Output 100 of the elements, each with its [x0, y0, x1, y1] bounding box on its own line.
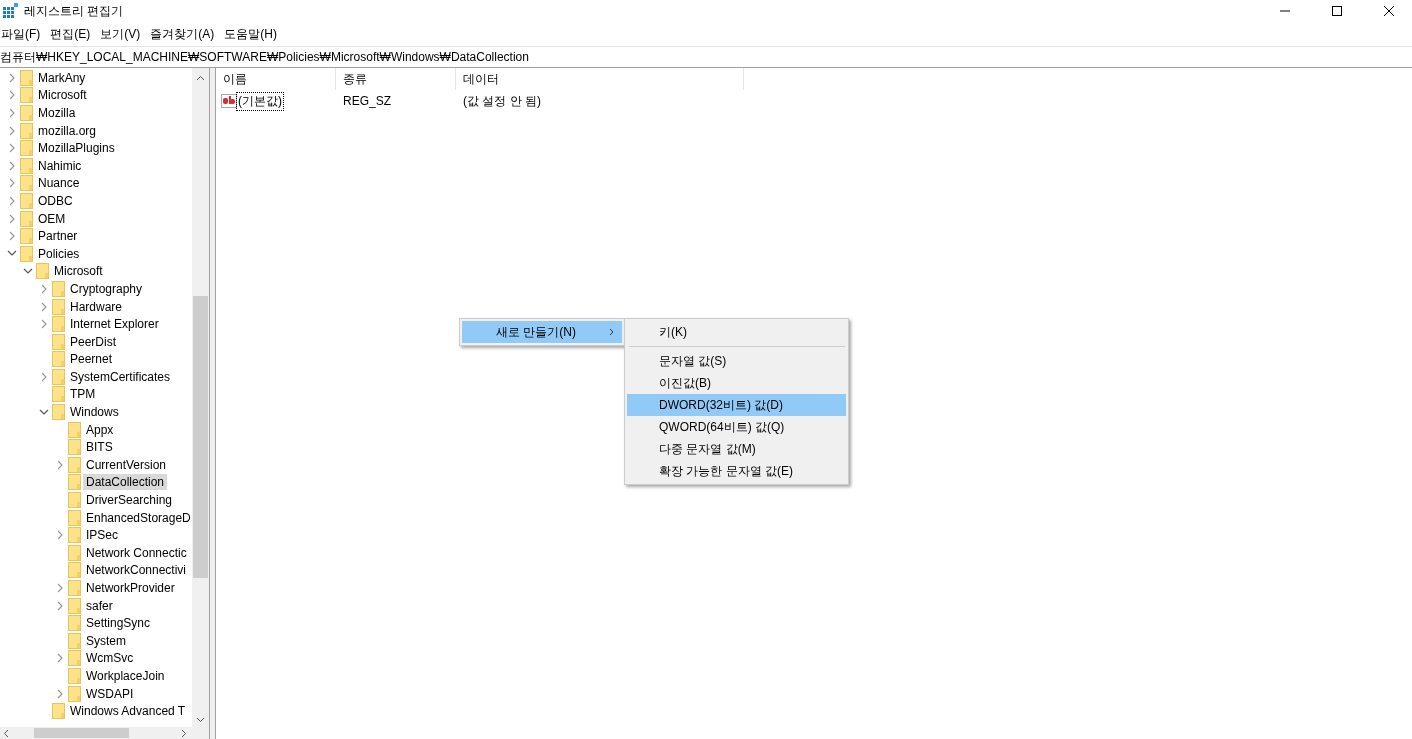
menu-item[interactable]: 파일(F) — [1, 25, 49, 43]
tree-item[interactable]: Microsoft — [51, 263, 106, 280]
scroll-up-icon[interactable] — [196, 75, 205, 81]
tree-item[interactable]: DataCollection — [83, 474, 168, 491]
chevron-right-icon[interactable] — [8, 125, 16, 136]
chevron-right-icon[interactable] — [56, 583, 64, 593]
menu-item[interactable]: 편집(E) — [50, 25, 99, 43]
chevron-right-icon[interactable] — [56, 600, 64, 611]
folder-icon — [52, 298, 65, 315]
tree-item[interactable]: Hardware — [67, 298, 126, 315]
tree-item[interactable]: Peernet — [67, 351, 116, 368]
tree-item[interactable]: NetworkConnectivi — [83, 562, 190, 579]
folder-icon — [52, 386, 65, 403]
scroll-thumb[interactable] — [193, 296, 208, 578]
horizontal-scrollbar[interactable] — [0, 727, 209, 739]
chevron-right-icon[interactable] — [8, 143, 16, 154]
menu-item[interactable]: DWORD(32비트) 값(D) — [627, 394, 846, 416]
menu-item[interactable]: 이진값(B) — [627, 372, 846, 394]
folder-icon — [68, 668, 81, 684]
folder-icon — [68, 685, 81, 702]
scroll-left-icon[interactable] — [3, 728, 9, 738]
tree-item[interactable]: Nuance — [35, 175, 83, 192]
chevron-right-icon[interactable] — [8, 231, 16, 242]
folder-icon — [68, 456, 81, 473]
folder-icon — [20, 192, 33, 209]
chevron-right-icon[interactable] — [8, 108, 16, 118]
tree-item[interactable]: Windows — [67, 404, 122, 421]
tree-item[interactable]: MarkAny — [35, 69, 89, 86]
chevron-right-icon[interactable] — [8, 72, 16, 83]
tree-item[interactable]: IPSec — [83, 527, 121, 544]
tree-item[interactable]: DriverSearching — [83, 492, 176, 509]
tree-item[interactable]: EnhancedStorageD — [83, 509, 192, 526]
tree-item[interactable]: Network Connectic — [83, 544, 190, 561]
tree-item[interactable]: System — [83, 632, 129, 649]
folder-icon — [52, 368, 65, 385]
menu-item[interactable]: 문자열 값(S) — [627, 350, 846, 372]
scroll-down-icon[interactable] — [196, 717, 205, 723]
tree-item[interactable]: WorkplaceJoin — [83, 668, 168, 684]
scroll-right-icon[interactable] — [181, 728, 187, 738]
tree-item[interactable]: mozilla.org — [35, 122, 100, 139]
tree-item[interactable]: Internet Explorer — [67, 316, 162, 333]
chevron-right-icon[interactable] — [40, 301, 48, 312]
folder-icon — [20, 87, 33, 104]
chevron-down-icon[interactable] — [39, 408, 49, 416]
tree-item[interactable]: WcmSvc — [83, 650, 137, 667]
folder-icon — [20, 245, 33, 262]
tree-item[interactable]: safer — [83, 597, 116, 614]
tree-item[interactable]: Appx — [83, 421, 117, 438]
column-header[interactable]: 데이터 — [456, 68, 744, 90]
column-header[interactable]: 이름 — [216, 68, 336, 90]
tree-item[interactable]: Policies — [35, 245, 83, 262]
tree-item[interactable]: Mozilla — [35, 105, 79, 121]
menu-item[interactable]: QWORD(64비트) 값(Q) — [627, 416, 846, 438]
folder-icon — [68, 527, 81, 544]
tree-item[interactable]: OEM — [35, 210, 69, 227]
tree-item[interactable]: ODBC — [35, 192, 76, 209]
vertical-scrollbar[interactable] — [192, 68, 209, 727]
chevron-right-icon[interactable] — [8, 195, 16, 206]
chevron-right-icon[interactable] — [56, 688, 64, 699]
tree-item[interactable]: CurrentVersion — [83, 456, 170, 473]
chevron-right-icon[interactable] — [56, 653, 64, 664]
menu-item[interactable]: 다중 문자열 값(M) — [627, 438, 846, 460]
chevron-right-icon[interactable] — [40, 319, 48, 330]
chevron-right-icon[interactable] — [56, 459, 64, 470]
chevron-right-icon[interactable] — [56, 530, 64, 541]
menu-item[interactable]: 새로 만들기(N) — [462, 321, 622, 343]
tree-item[interactable]: BITS — [83, 439, 116, 456]
tree-item[interactable]: Windows Advanced T — [67, 703, 189, 720]
tree-item[interactable]: SettingSync — [83, 615, 154, 632]
address-bar[interactable]: 컴퓨터₩HKEY_LOCAL_MACHINE₩SOFTWARE₩Policies₩Microsoft₩Windows₩DataCollection — [0, 46, 1412, 68]
menu-item[interactable]: 보기(V) — [100, 25, 149, 43]
tree-item[interactable]: NetworkProvider — [83, 580, 178, 596]
tree-item[interactable]: Partner — [35, 228, 81, 245]
folder-icon — [52, 703, 65, 720]
close-icon — [1384, 6, 1394, 16]
column-header[interactable]: 종류 — [336, 68, 456, 90]
chevron-right-icon[interactable] — [40, 371, 48, 382]
value-name[interactable]: (기본값) — [237, 92, 283, 110]
chevron-right-icon[interactable] — [8, 90, 16, 101]
chevron-right-icon[interactable] — [8, 160, 16, 171]
tree-item[interactable]: PeerDist — [67, 333, 119, 350]
menu-item[interactable]: 확장 가능한 문자열 값(E) — [627, 460, 846, 482]
tree-item[interactable]: SystemCertificates — [67, 368, 174, 385]
tree-item[interactable]: TPM — [67, 386, 99, 403]
folder-icon — [68, 474, 81, 491]
chevron-right-icon[interactable] — [8, 213, 16, 224]
tree-item[interactable]: MozillaPlugins — [35, 140, 118, 157]
tree-item[interactable]: Nahimic — [35, 157, 85, 174]
scroll-thumb[interactable] — [34, 728, 129, 738]
chevron-right-icon[interactable] — [8, 178, 16, 189]
menu-item[interactable]: 도움말(H) — [224, 25, 285, 43]
tree-item[interactable]: WSDAPI — [83, 685, 137, 702]
tree-item[interactable]: Microsoft — [35, 87, 90, 104]
registry-grid-icon — [2, 3, 18, 19]
menu-item[interactable]: 즐겨찾기(A) — [150, 25, 223, 43]
chevron-right-icon[interactable] — [40, 283, 48, 294]
folder-icon — [68, 650, 81, 667]
menu-item[interactable]: 키(K) — [627, 321, 846, 343]
folder-icon — [20, 175, 33, 192]
tree-item[interactable]: Cryptography — [67, 280, 146, 297]
